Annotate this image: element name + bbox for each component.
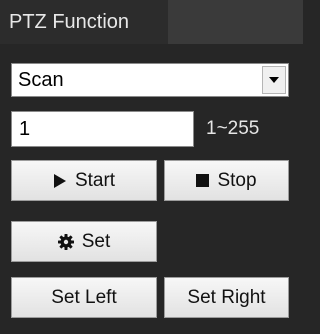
gear-icon [57,233,74,250]
range-label: 1~255 [206,118,260,139]
select-value: Scan [18,69,64,91]
start-button[interactable]: Start [11,160,157,201]
set-right-label: Set Right [187,286,266,308]
start-label: Start [74,169,116,191]
set-right-button[interactable]: Set Right [164,277,289,318]
chevron-down-icon [268,76,280,84]
set-left-button[interactable]: Set Left [11,277,157,318]
stop-square-icon [196,174,210,187]
panel-title: PTZ Function [0,0,168,44]
set-button[interactable]: Set [11,221,157,262]
dropdown-button[interactable] [262,66,286,94]
panel-header: PTZ Function [0,0,303,44]
stop-button[interactable]: Stop [164,160,289,201]
ptz-function-select[interactable]: Scan [11,63,289,97]
play-icon [53,173,67,189]
stop-label: Stop [217,169,257,191]
set-left-label: Set Left [51,286,117,308]
number-input[interactable]: 1 [11,111,194,147]
set-label: Set [81,230,111,252]
